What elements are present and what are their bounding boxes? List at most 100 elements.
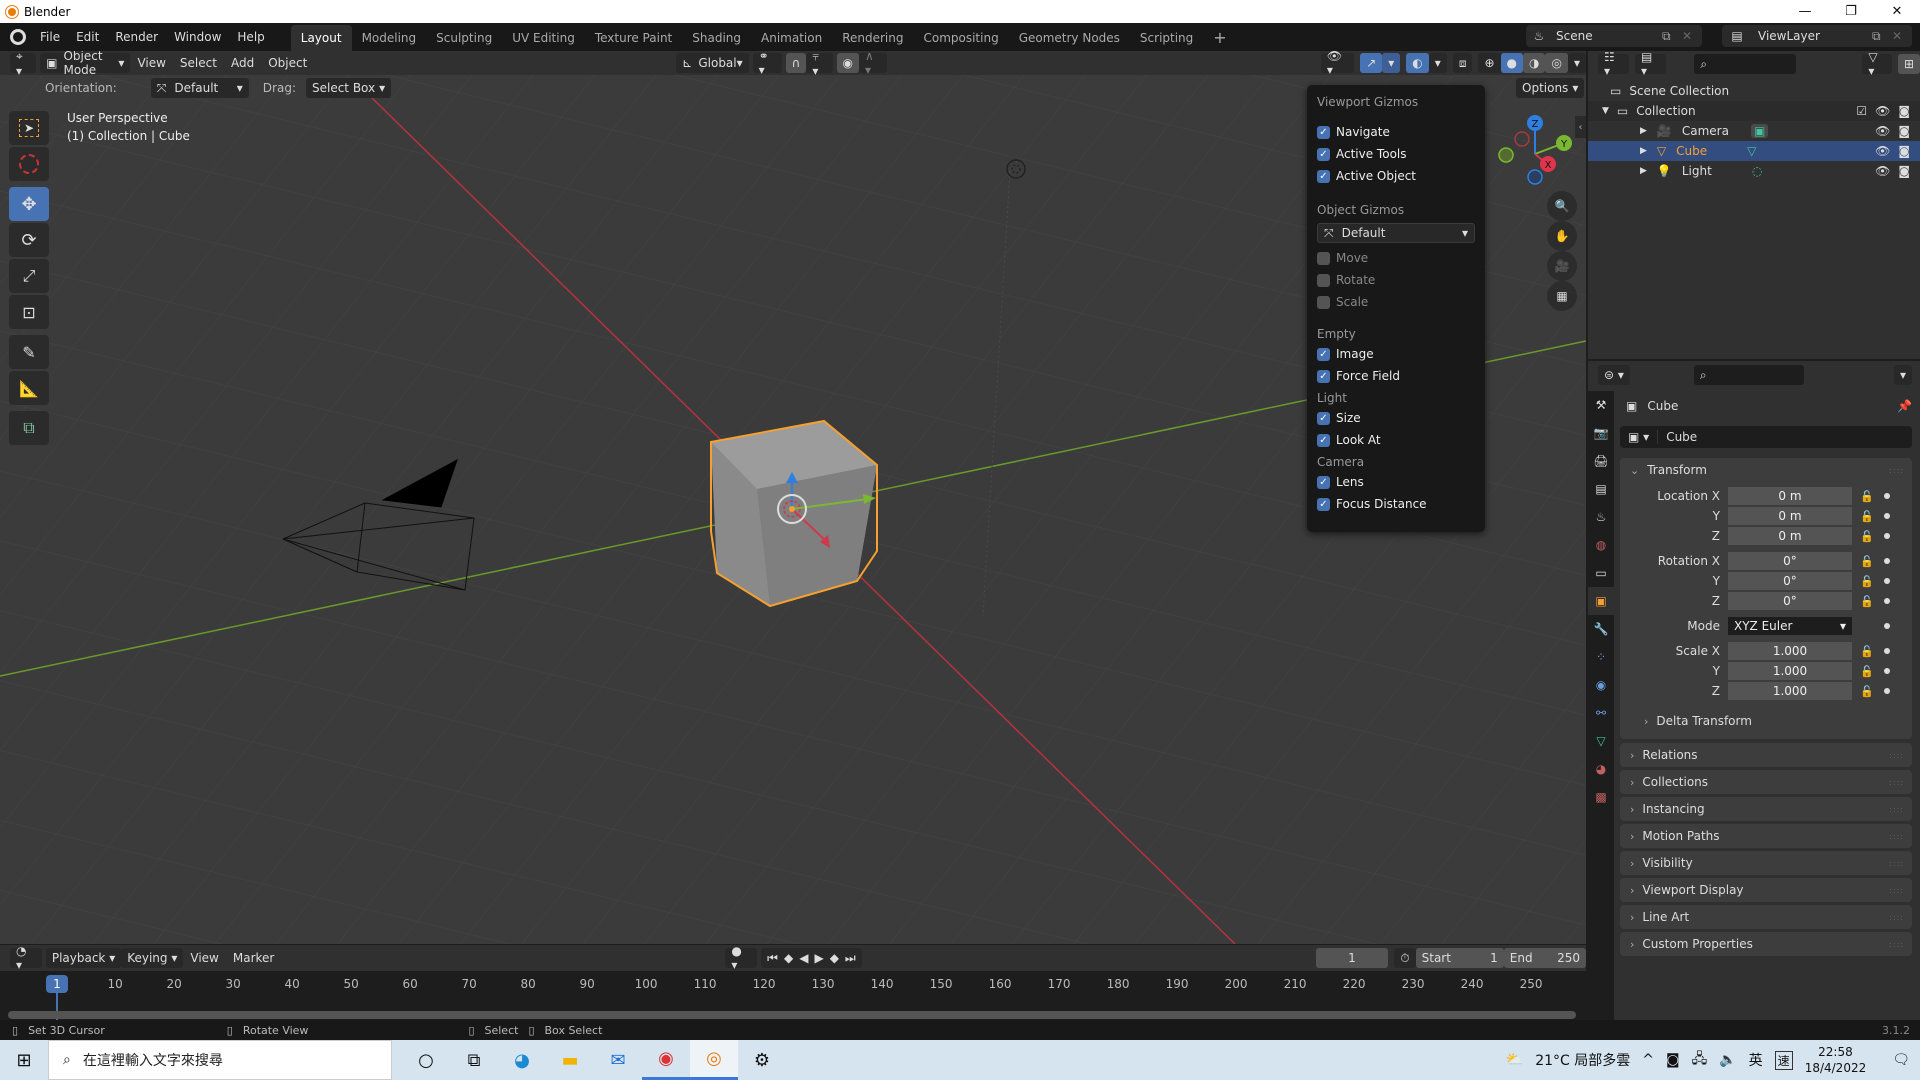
volume-icon[interactable]: 🔈 xyxy=(1719,1052,1736,1068)
tab-compositing[interactable]: Compositing xyxy=(913,25,1008,51)
pan-view-button[interactable]: ✋ xyxy=(1547,221,1577,251)
size-checkbox[interactable]: ✓ Size xyxy=(1317,407,1475,429)
collection-row[interactable]: ▼ ▭ Collection ☑ 👁 ◙ xyxy=(1588,101,1920,121)
add-cube-tool[interactable]: ⧉ xyxy=(9,411,49,445)
keying-menu[interactable]: Keying ▾ xyxy=(121,948,184,968)
measure-tool[interactable]: 📐 xyxy=(9,371,49,405)
tab-scene[interactable]: ♨ xyxy=(1588,503,1614,531)
ortho-toggle-button[interactable]: ▦ xyxy=(1547,281,1577,311)
new-collection-button[interactable]: ⊞ xyxy=(1897,54,1920,74)
scene-collection-row[interactable]: ▭ Scene Collection xyxy=(1588,81,1920,101)
keyframe-dot[interactable] xyxy=(1884,558,1890,564)
tab-uv-editing[interactable]: UV Editing xyxy=(502,25,585,51)
tab-modifiers[interactable]: 🔧 xyxy=(1588,615,1614,643)
scale-tool[interactable]: ⤢ xyxy=(9,259,49,293)
tab-output[interactable]: 🖨 xyxy=(1588,447,1614,475)
transform-tool[interactable]: ⊡ xyxy=(9,295,49,329)
show-hidden-icons[interactable]: ^ xyxy=(1642,1052,1654,1068)
auto-keying-toggle[interactable]: ● ▾ xyxy=(725,944,758,972)
neg-y-axis-handle[interactable] xyxy=(1498,147,1514,163)
lock-icon[interactable]: 🔓 xyxy=(1860,490,1878,503)
restore-button[interactable]: ❐ xyxy=(1828,0,1874,23)
pivot-point-dropdown[interactable]: ⚭ ▾ xyxy=(752,51,782,77)
sidebar-toggle[interactable]: ‹ xyxy=(1575,116,1586,138)
rotation-mode-dropdown[interactable]: XYZ Euler ▾ xyxy=(1728,616,1852,636)
frame-ruler[interactable]: 1 10 20 30 40 50 60 70 80 90 100 110 120 130 140 150 160… xyxy=(0,973,1586,993)
tab-tool[interactable]: ⚒ xyxy=(1588,391,1614,419)
taskbar-search[interactable]: ⌕ 在這裡輸入文字來搜尋 xyxy=(48,1040,392,1080)
tab-view-layer[interactable]: ▤ xyxy=(1588,475,1614,503)
overlay-dropdown[interactable]: ▾ xyxy=(1428,53,1447,73)
new-view-layer-icon[interactable]: ⧉ xyxy=(1872,29,1892,44)
tab-texture[interactable]: ▩ xyxy=(1588,783,1614,811)
lock-icon[interactable]: 🔓 xyxy=(1860,510,1878,523)
orientation-dropdown[interactable]: ⤧ Default ▾ xyxy=(150,78,249,98)
tab-constraints[interactable]: ⚯ xyxy=(1588,699,1614,727)
end-frame-field[interactable]: End 250 xyxy=(1503,948,1587,968)
panel-motion-paths[interactable]: › Motion Paths:::: xyxy=(1620,824,1912,848)
settings-button[interactable]: ⚙ xyxy=(738,1040,786,1080)
tab-modeling[interactable]: Modeling xyxy=(352,25,427,51)
menu-file[interactable]: File xyxy=(32,23,68,51)
playback-menu[interactable]: Playback ▾ xyxy=(45,948,122,968)
outliner-editor-type[interactable]: ☷ ▾ xyxy=(1598,50,1629,78)
keyframe-dot[interactable] xyxy=(1884,493,1890,499)
input-language[interactable]: 英 xyxy=(1749,1050,1763,1070)
tab-render[interactable]: 📷 xyxy=(1588,419,1614,447)
gizmo-toggle[interactable]: ↗ xyxy=(1360,53,1383,73)
expand-arrow-icon[interactable]: ▶ xyxy=(1640,166,1647,176)
focus-distance-checkbox[interactable]: ✓ Focus Distance xyxy=(1317,493,1475,515)
new-scene-icon[interactable]: ⧉ xyxy=(1662,29,1682,44)
menu-help[interactable]: Help xyxy=(229,23,272,51)
cortana-button[interactable]: ○ xyxy=(402,1040,450,1080)
view-layer-selector[interactable]: ▤ ViewLayer ⧉ ✕ xyxy=(1722,25,1912,47)
keyframe-dot[interactable] xyxy=(1884,668,1890,674)
weather-text[interactable]: 21°C 局部多雲 xyxy=(1535,1050,1630,1070)
scale-x-field[interactable]: 1.000 xyxy=(1728,641,1852,661)
timeline-marker-menu[interactable]: Marker xyxy=(226,951,281,965)
editor-type-button[interactable]: ⌖ ▾ xyxy=(10,51,37,78)
shading-rendered[interactable]: ◎ xyxy=(1545,53,1568,73)
menu-view[interactable]: View xyxy=(130,56,172,70)
tab-collection[interactable]: ▭ xyxy=(1588,559,1614,587)
play-reverse-icon[interactable]: ◀ xyxy=(799,951,808,965)
notification-icon[interactable]: 🗨 xyxy=(1892,1052,1910,1068)
visibility-eye-icon[interactable]: 👁 xyxy=(1875,124,1890,138)
scale-y-field[interactable]: 1.000 xyxy=(1728,661,1852,681)
scene-name[interactable]: Scene xyxy=(1552,29,1662,43)
keyframe-dot[interactable] xyxy=(1884,598,1890,604)
panel-relations[interactable]: › Relations:::: xyxy=(1620,743,1912,767)
delete-scene-icon[interactable]: ✕ xyxy=(1682,29,1702,43)
input-mode[interactable]: 速 xyxy=(1774,1050,1793,1070)
lock-icon[interactable]: 🔓 xyxy=(1860,555,1878,568)
start-button[interactable]: ⊞ xyxy=(0,1040,48,1080)
menu-edit[interactable]: Edit xyxy=(68,23,107,51)
keyframe-dot[interactable] xyxy=(1884,513,1890,519)
render-camera-icon[interactable]: ◙ xyxy=(1898,104,1910,118)
scale-checkbox[interactable]: Scale xyxy=(1317,291,1475,313)
shading-dropdown[interactable]: ▾ xyxy=(1567,53,1586,73)
select-box-tool[interactable]: ➤ xyxy=(9,111,49,145)
outliner-item-cube[interactable]: ▶ ▽ Cube ▽ 👁 ◙ xyxy=(1588,141,1920,161)
panel-line-art[interactable]: › Line Art:::: xyxy=(1620,905,1912,929)
current-frame-field[interactable]: 1 xyxy=(1315,948,1389,968)
blender-taskbar-button[interactable]: ◎ xyxy=(690,1040,738,1080)
outliner-item-light[interactable]: ▶ 💡 Light ◌ 👁 ◙ xyxy=(1588,161,1920,181)
panel-custom-properties[interactable]: › Custom Properties:::: xyxy=(1620,932,1912,956)
annotate-tool[interactable]: ✎ xyxy=(9,335,49,369)
move-tool[interactable]: ✥ xyxy=(9,187,49,221)
drag-dropdown[interactable]: Select Box ▾ xyxy=(305,78,392,98)
options-dropdown[interactable]: Options ▾ xyxy=(1516,78,1585,98)
transform-orientation-dropdown[interactable]: ⊾ Global ▾ xyxy=(676,53,749,73)
tab-geometry-nodes[interactable]: Geometry Nodes xyxy=(1009,25,1130,51)
properties-options-dropdown[interactable]: ▾ xyxy=(1893,365,1912,385)
lock-icon[interactable]: 🔓 xyxy=(1860,665,1878,678)
tab-data[interactable]: ▽ xyxy=(1588,727,1614,755)
shading-solid[interactable]: ● xyxy=(1500,53,1523,73)
timeline-editor-type[interactable]: ◔ ▾ xyxy=(10,944,42,972)
visibility-eye-icon[interactable]: 👁 xyxy=(1875,164,1890,178)
edge-button[interactable]: ◕ xyxy=(498,1040,546,1080)
tab-physics[interactable]: ◉ xyxy=(1588,671,1614,699)
proportional-falloff-dropdown[interactable]: ∧ ▾ xyxy=(859,51,887,77)
active-tools-checkbox[interactable]: ✓ Active Tools xyxy=(1317,143,1475,165)
